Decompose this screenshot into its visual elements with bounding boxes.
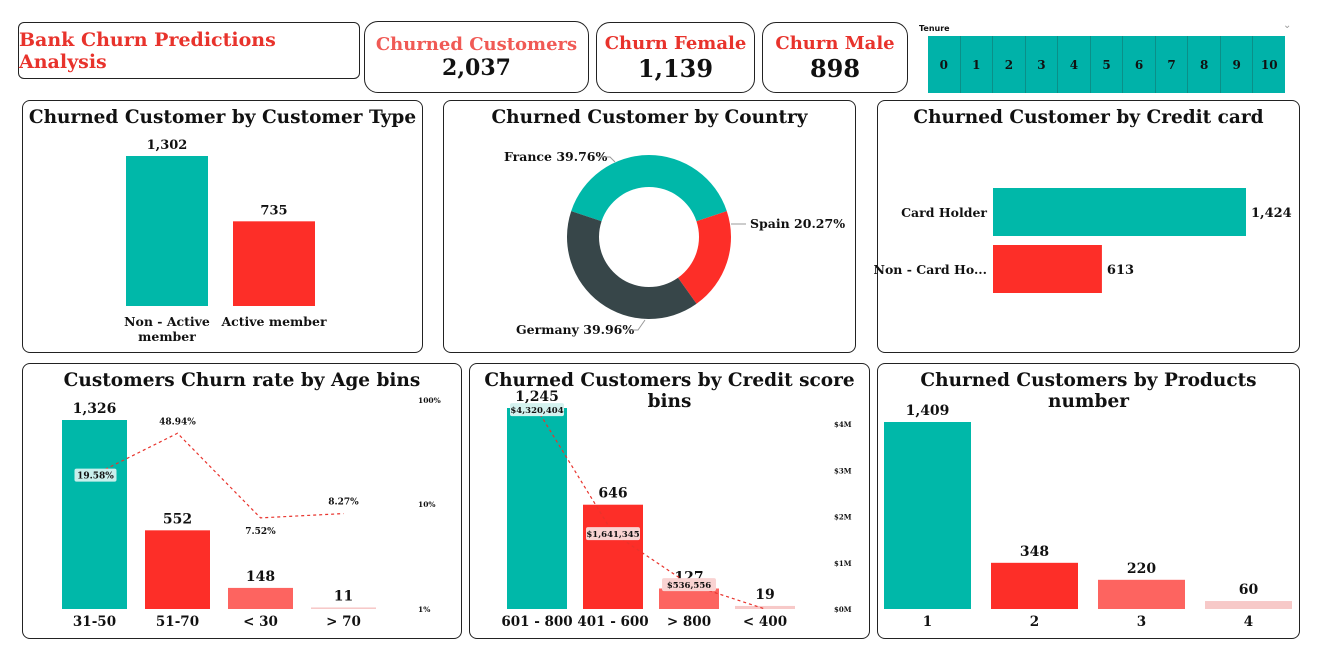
data-label: France 39.76% xyxy=(504,149,607,164)
data-label: 220 xyxy=(1127,561,1156,577)
data-label: 735 xyxy=(260,203,287,218)
chart-bar xyxy=(991,562,1078,609)
chart-bar xyxy=(507,408,567,609)
chart-bar xyxy=(993,245,1102,293)
tick-label: Card Holder xyxy=(901,205,987,220)
data-label: Germany 39.96% xyxy=(516,322,634,337)
tick-label: 51-70 xyxy=(156,614,199,630)
chart-bar xyxy=(145,530,210,609)
axis-tick: $0M xyxy=(834,605,852,614)
tick-label: 401 - 600 xyxy=(577,614,648,630)
chart-bar xyxy=(233,221,315,306)
tick-label: 31-50 xyxy=(73,614,116,630)
data-label: Spain 20.27% xyxy=(750,216,845,231)
tick-label: > 800 xyxy=(667,614,711,630)
chart-bar xyxy=(1205,601,1292,609)
chart-bar xyxy=(884,422,971,609)
tick-label: Non - Card Ho... xyxy=(874,262,987,277)
data-label: 613 xyxy=(1107,263,1134,278)
axis-tick: $3M xyxy=(834,466,852,475)
chart-bar xyxy=(583,504,643,609)
tick-label: > 70 xyxy=(326,614,361,630)
charts-layer: 1,302 Non - Activemember 735 Active member F… xyxy=(62,138,1292,630)
donut-slice xyxy=(567,211,697,320)
data-label: 1,326 xyxy=(73,401,117,417)
data-label: 148 xyxy=(246,569,275,585)
chart-bar xyxy=(993,188,1246,236)
tick-label: < 30 xyxy=(243,614,278,630)
data-label: 19.58% xyxy=(77,472,114,482)
data-label: 1,245 xyxy=(515,389,559,405)
data-label: $536,556 xyxy=(667,581,711,591)
axis-tick: 10% xyxy=(418,500,436,509)
data-label: 1,424 xyxy=(1251,206,1292,221)
chart-bar xyxy=(1098,579,1185,609)
tick-label: 601 - 800 xyxy=(501,614,572,630)
data-label: $1,641,345 xyxy=(586,530,639,540)
line-series xyxy=(94,432,344,519)
chart-bar xyxy=(735,605,795,609)
chart-bar xyxy=(228,587,293,609)
tick-label: 3 xyxy=(1137,614,1146,630)
tick-label: Non - Active xyxy=(124,314,210,329)
axis-tick: 100% xyxy=(418,396,441,405)
data-label: 60 xyxy=(1239,582,1259,598)
chart-bar xyxy=(311,607,376,609)
data-label: 19 xyxy=(755,587,774,603)
data-label: 7.52% xyxy=(245,527,276,537)
tick-label: 2 xyxy=(1030,614,1039,630)
tick-label: Active member xyxy=(220,314,326,329)
data-label: $4,320,404 xyxy=(510,406,563,416)
data-label: 348 xyxy=(1020,544,1049,560)
data-label: 552 xyxy=(163,511,192,527)
data-label: 646 xyxy=(598,486,627,502)
data-label: 48.94% xyxy=(159,417,196,427)
line-series xyxy=(536,408,766,610)
data-label: 1,409 xyxy=(906,403,950,419)
chart-bar xyxy=(62,420,127,609)
data-label: 8.27% xyxy=(328,498,359,508)
axis-tick: $2M xyxy=(834,513,852,522)
chart-bar xyxy=(126,156,208,306)
tick-label: 1 xyxy=(923,614,932,630)
tick-label: member xyxy=(138,329,196,344)
data-label: 1,302 xyxy=(147,138,188,153)
axis-tick: $1M xyxy=(834,559,852,568)
axis-tick: $4M xyxy=(834,420,852,429)
axis-tick: 1% xyxy=(418,605,430,614)
data-label: 11 xyxy=(334,588,353,604)
donut-slice xyxy=(571,154,727,222)
tick-label: 4 xyxy=(1244,614,1253,630)
tick-label: < 400 xyxy=(743,614,787,630)
